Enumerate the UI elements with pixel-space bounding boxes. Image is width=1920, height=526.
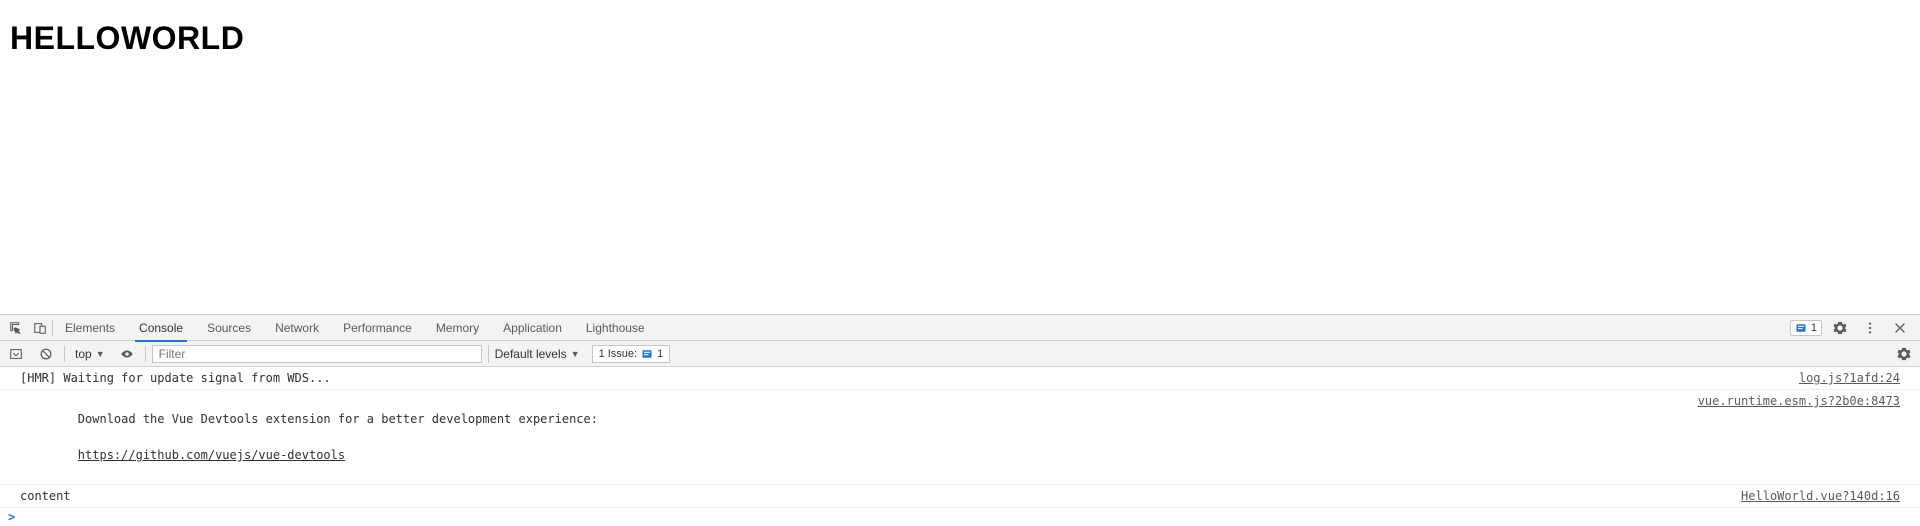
issue-icon [641,348,653,360]
log-source-link[interactable]: log.js?1afd:24 [1779,369,1900,387]
log-message: Download the Vue Devtools extension for … [20,392,1678,482]
sidebar-toggle-icon[interactable] [4,342,28,366]
page-title: HELLOWORLD [10,20,1910,57]
log-source-link[interactable]: vue.runtime.esm.js?2b0e:8473 [1678,392,1900,482]
clear-console-icon[interactable] [34,342,58,366]
issues-indicator[interactable]: 1 Issue: 1 [592,345,671,363]
page-content: HELLOWORLD [0,0,1920,314]
log-message: content [20,487,1721,505]
tab-lighthouse[interactable]: Lighthouse [574,315,657,341]
console-settings-icon[interactable] [1892,342,1916,366]
more-icon[interactable] [1858,316,1882,340]
close-icon[interactable] [1888,316,1912,340]
log-levels-selector[interactable]: Default levels▼ [488,345,586,363]
tab-console[interactable]: Console [127,315,195,341]
log-entry: [HMR] Waiting for update signal from WDS… [0,367,1920,390]
separator [64,346,65,362]
inspect-element-icon[interactable] [4,316,28,340]
log-link[interactable]: https://github.com/vuejs/vue-devtools [78,448,345,462]
log-entry: Download the Vue Devtools extension for … [0,390,1920,485]
filter-input[interactable] [152,345,482,363]
context-selector[interactable]: top▼ [71,347,109,361]
log-source-link[interactable]: HelloWorld.vue?140d:16 [1721,487,1900,505]
tab-application[interactable]: Application [491,315,574,341]
tab-performance[interactable]: Performance [331,315,424,341]
issue-count: 1 [1811,322,1817,334]
tab-network[interactable]: Network [263,315,331,341]
tab-sources[interactable]: Sources [195,315,263,341]
devtools-tab-bar: Elements Console Sources Network Perform… [0,315,1920,341]
tab-elements[interactable]: Elements [53,315,127,341]
chevron-down-icon: ▼ [571,349,580,359]
chevron-down-icon: ▼ [96,349,105,359]
log-message: [HMR] Waiting for update signal from WDS… [20,369,1779,387]
settings-icon[interactable] [1828,316,1852,340]
devtools-panel: Elements Console Sources Network Perform… [0,314,1920,526]
log-entry: content HelloWorld.vue?140d:16 [0,485,1920,508]
device-toolbar-icon[interactable] [28,316,52,340]
tab-memory[interactable]: Memory [424,315,491,341]
console-toolbar: top▼ Default levels▼ 1 Issue: 1 [0,341,1920,367]
console-prompt[interactable]: > [0,508,1920,526]
eye-icon[interactable] [115,342,139,366]
console-output: [HMR] Waiting for update signal from WDS… [0,367,1920,526]
separator [145,346,146,362]
issue-badge[interactable]: 1 [1790,320,1822,336]
